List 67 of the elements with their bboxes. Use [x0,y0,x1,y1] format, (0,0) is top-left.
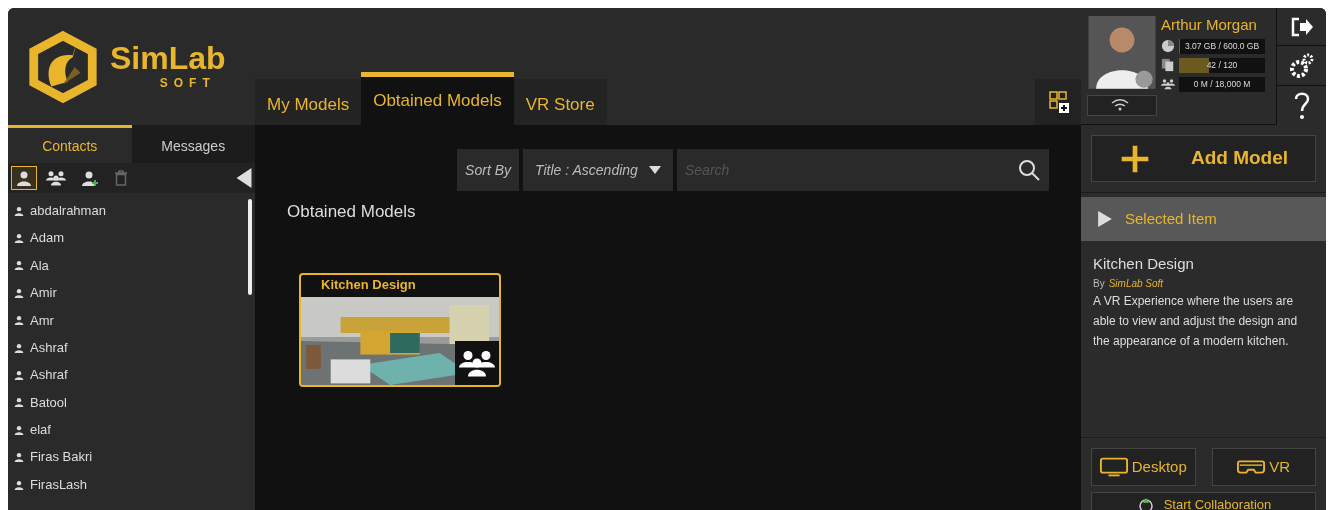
usage-meter: 0 M / 18,000 M [1179,76,1265,92]
tab[interactable]: Contacts [8,125,132,163]
launch-button[interactable]: VR [1211,448,1316,486]
contact-item[interactable]: Ashraf [8,361,248,389]
group-icon [46,170,66,186]
person-icon [14,233,24,244]
person-icon [14,260,24,271]
pie-chart-icon [1161,39,1175,54]
contact-item[interactable]: Batool [8,388,248,417]
person-icon [14,424,24,435]
collapse-arrow-icon[interactable] [236,168,252,188]
grid-add-icon [1046,90,1070,114]
section-title: Obtained Models [287,201,417,223]
logout-icon [1289,16,1314,37]
person-icon [14,315,24,326]
contact-item[interactable]: Amir [8,279,248,307]
contact-item[interactable]: Ala [8,251,248,280]
monitor-icon [1099,457,1128,477]
connection-button[interactable] [1087,94,1157,116]
model-title: Kitchen Design [321,275,416,294]
search-icon[interactable] [1017,158,1041,182]
vr-headset-icon [1237,457,1266,477]
trash-icon [114,170,128,186]
launch-button[interactable]: Desktop [1091,448,1196,486]
person-icon [14,479,24,490]
selected-item-header[interactable]: Selected Item [1081,197,1326,241]
add-model-button[interactable]: Add Model [1091,135,1316,182]
item-description: A VR Experience where the users are able to view and adjust the design and the appearance of a modern kitchen. [1093,292,1299,350]
start-collaboration-button[interactable]: Start Collaboration [1091,492,1316,510]
person-icon [14,452,24,463]
files-icon [1161,58,1175,73]
contact-item[interactable]: Ashraf [8,333,248,362]
brand-name: SimLab [110,41,226,74]
contact-item[interactable]: elaf [8,416,248,444]
brand-tagline: SOFT [159,74,216,92]
sort-label: Sort By [457,149,519,191]
tab[interactable]: VR Store [513,79,607,125]
scrollbar[interactable] [248,199,252,295]
person-icon [16,170,32,186]
add-grid-button[interactable] [1035,79,1081,125]
settings-icon [1287,51,1316,80]
contact-item[interactable]: FirasLash [8,470,248,499]
sort-dropdown[interactable]: Title : Ascending [523,149,673,191]
person-icon [14,342,24,353]
user-name: Arthur Morgan [1161,16,1258,35]
contact-item[interactable]: Amr [8,306,248,334]
contact-item[interactable]: Firas Bakri [8,443,248,471]
person-icon [14,287,24,298]
author-name: SimLab Soft [1108,276,1164,291]
caret-icon [649,166,661,174]
contact-item[interactable]: Adam [8,224,248,252]
usage-meter: 42 / 120 [1179,57,1265,73]
person-icon [14,397,24,408]
by-label: By [1093,276,1105,291]
person-icon [14,205,24,216]
play-arrow-icon [1097,211,1113,227]
tab[interactable]: Obtained Models [361,72,514,125]
help-icon [1293,91,1310,120]
person-icon [14,370,24,381]
usage-meter: 3.07 GB / 600.0 GB [1179,38,1265,54]
add-person-icon [80,170,100,186]
filter-button[interactable] [11,166,37,190]
item-title: Kitchen Design [1093,254,1195,274]
contact-item[interactable]: abdalrahman [8,197,248,225]
model-card[interactable]: Kitchen Design [299,272,501,387]
tab[interactable]: My Models [255,79,362,125]
group-icon [1161,77,1175,92]
